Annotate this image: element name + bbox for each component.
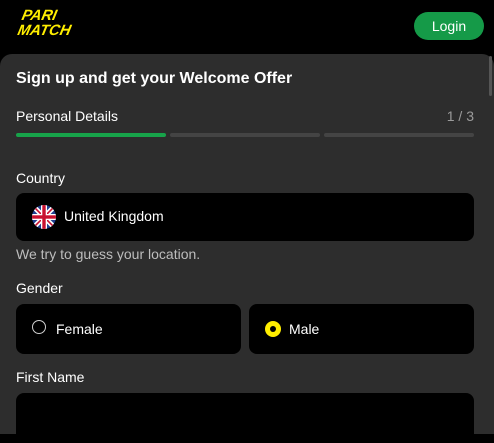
logo-line-2: MATCH [16, 22, 74, 38]
progress-segment-3 [324, 133, 474, 137]
progress-segment-2 [170, 133, 320, 137]
country-select[interactable]: United Kingdom [16, 193, 474, 241]
country-label: Country [16, 170, 66, 186]
login-button[interactable]: Login [414, 12, 484, 40]
uk-flag-icon [32, 205, 56, 229]
progress-segment-1 [16, 133, 166, 137]
gender-option-female[interactable]: Female [16, 304, 241, 354]
gender-option-label: Male [289, 321, 320, 337]
first-name-label: First Name [16, 369, 85, 385]
country-value: United Kingdom [64, 208, 164, 224]
step-label: Personal Details [16, 108, 118, 124]
first-name-input[interactable] [16, 393, 474, 443]
signup-panel: Sign up and get your Welcome Offer Perso… [0, 54, 494, 443]
gender-option-label: Female [56, 321, 103, 337]
gender-label: Gender [16, 280, 63, 296]
gender-option-male[interactable]: Male [249, 304, 474, 354]
form-title: Sign up and get your Welcome Offer [16, 70, 293, 87]
top-bar: PARI MATCH Login [0, 0, 494, 54]
step-counter: 1 / 3 [446, 108, 474, 124]
parimatch-logo[interactable]: PARI MATCH [14, 6, 110, 38]
country-hint: We try to guess your location. [16, 246, 201, 262]
step-progress [16, 133, 474, 137]
scrollbar-thumb[interactable] [489, 56, 492, 96]
radio-unchecked-icon [32, 320, 46, 334]
radio-checked-icon [265, 321, 281, 337]
